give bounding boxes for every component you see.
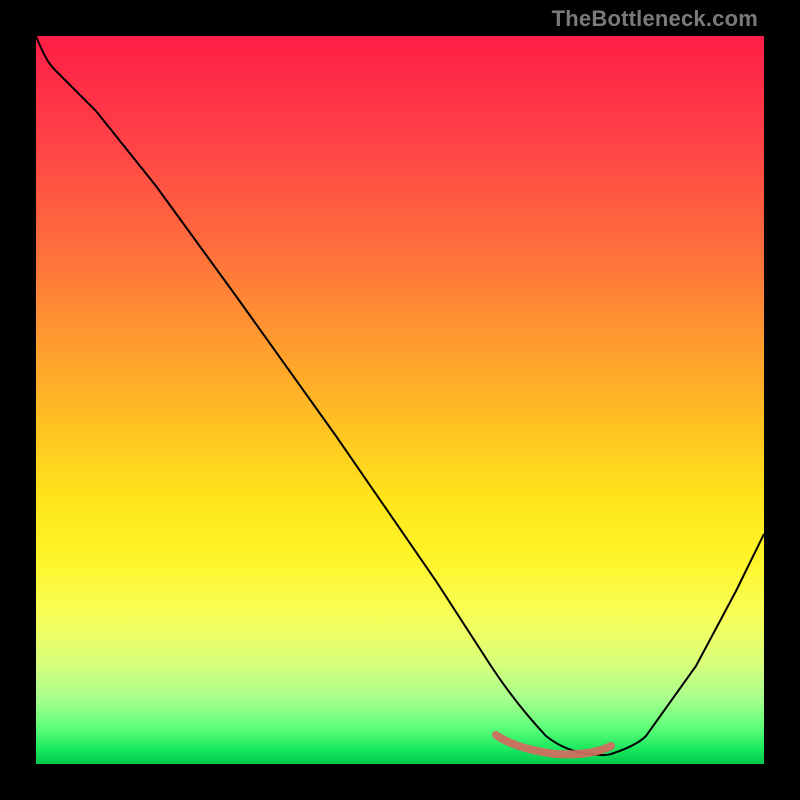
plot-area (36, 36, 764, 764)
optimal-range-marker (36, 36, 764, 764)
brand-watermark: TheBottleneck.com (552, 6, 758, 32)
optimal-range-path (496, 735, 611, 754)
chart-stage: TheBottleneck.com (0, 0, 800, 800)
